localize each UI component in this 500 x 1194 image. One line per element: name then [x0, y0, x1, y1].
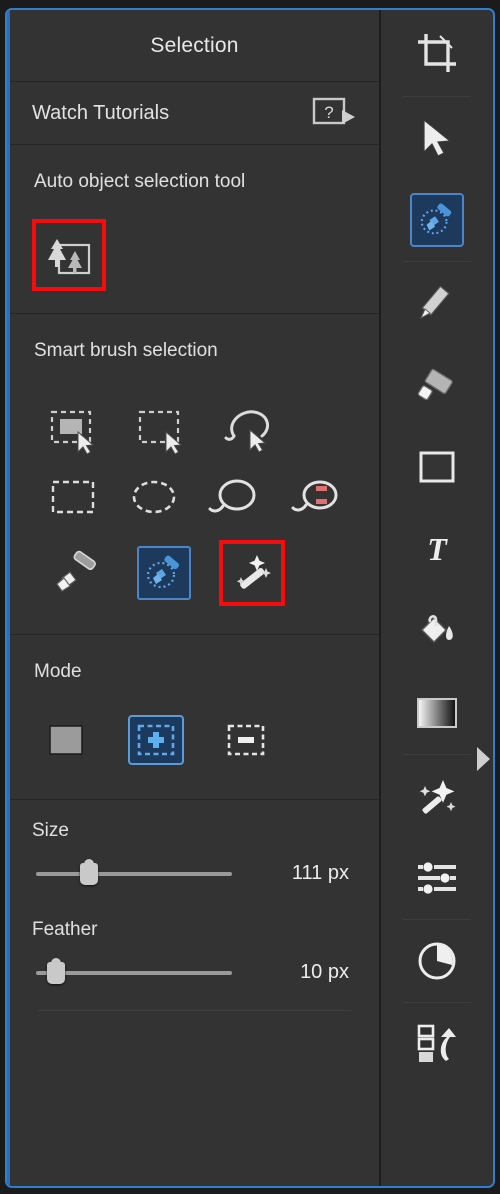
magnetic-lasso-icon: [291, 480, 338, 512]
eraser-tool-icon[interactable]: [381, 344, 493, 426]
elliptical-marquee-icon-cell[interactable]: [113, 476, 194, 518]
text-tool-icon[interactable]: T: [381, 508, 493, 590]
magic-wand-highlight-box: [219, 540, 285, 606]
subtract-from-selection-icon[interactable]: [218, 715, 274, 765]
help-video-icon[interactable]: ?: [312, 97, 357, 129]
magnetic-lasso-icon-cell[interactable]: [276, 476, 357, 518]
lasso-cursor-icon-cell[interactable]: [208, 406, 296, 456]
size-section: Size 111 px: [10, 800, 379, 891]
elliptical-marquee-icon: [132, 480, 176, 514]
auto-object-highlight-box: [32, 219, 106, 291]
paint-bucket-tool-icon[interactable]: [381, 590, 493, 672]
feather-value: 10 px: [300, 961, 349, 983]
new-selection-icon[interactable]: [38, 715, 94, 765]
auto-object-selection-icon[interactable]: [42, 228, 96, 282]
tool-options-dock: Selection Watch Tutorials ? Auto object …: [5, 8, 495, 1188]
watch-tutorials-label: Watch Tutorials: [32, 101, 170, 124]
crop-tool-icon[interactable]: [381, 10, 493, 96]
bottom-divider: [38, 1010, 351, 1011]
layers-arrange-tool-icon[interactable]: [381, 1003, 493, 1085]
add-to-selection-icon[interactable]: [128, 715, 184, 765]
rectangular-select-cursor-icon-cell[interactable]: [120, 406, 208, 456]
adjustments-tool-icon[interactable]: [381, 837, 493, 919]
size-label: Size: [32, 820, 69, 841]
auto-object-heading: Auto object selection tool: [34, 171, 246, 192]
mode-options: [32, 715, 357, 765]
tools-toolbar: T: [379, 10, 493, 1186]
watch-tutorials-row[interactable]: Watch Tutorials ?: [10, 82, 379, 145]
size-slider-row: 111 px: [32, 858, 357, 885]
feather-slider-row: 10 px: [32, 957, 357, 984]
selection-brush-icon-cell[interactable]: [32, 548, 120, 598]
feather-label: Feather: [32, 919, 98, 940]
magic-wand-icon: [236, 555, 271, 589]
panel-title: Selection: [10, 10, 379, 82]
smart-brush-heading: Smart brush selection: [34, 340, 218, 361]
panel-expand-arrow-icon[interactable]: [475, 745, 491, 773]
svg-text:T: T: [427, 531, 448, 567]
quick-selection-brush-icon[interactable]: [137, 546, 191, 600]
quick-selection-tool-icon[interactable]: [381, 179, 493, 261]
auto-object-section: Auto object selection tool: [10, 145, 379, 314]
lasso-icon: [208, 479, 256, 513]
size-slider-handle[interactable]: [79, 858, 98, 885]
gradient-tool-icon[interactable]: [381, 672, 493, 754]
selection-panel-screenshot: Selection Watch Tutorials ? Auto object …: [0, 0, 500, 1194]
svg-text:?: ?: [324, 103, 333, 122]
feather-section: Feather 10 px: [10, 891, 379, 1017]
quick-selection-brush-icon-cell[interactable]: [120, 546, 208, 600]
lasso-cursor-icon: [224, 410, 270, 453]
rectangular-select-cursor-icon: [138, 410, 183, 455]
rectangular-marquee-icon-cell[interactable]: [32, 476, 113, 518]
quick-selection-icon-cell[interactable]: [32, 406, 120, 456]
magic-wand-icon-cell[interactable]: [208, 540, 296, 606]
mode-section: Mode: [10, 635, 379, 800]
pencil-tool-icon[interactable]: [381, 262, 493, 344]
color-wheel-tool-icon[interactable]: [381, 920, 493, 1002]
selection-options-panel: Selection Watch Tutorials ? Auto object …: [7, 10, 379, 1186]
smart-brush-row-2: [32, 476, 357, 518]
selection-brush-icon: [56, 550, 96, 592]
size-slider[interactable]: [36, 858, 232, 885]
size-value: 111 px: [291, 862, 349, 884]
feather-slider-handle[interactable]: [46, 957, 65, 984]
smart-brush-row-3: [32, 540, 357, 606]
rectangular-marquee-icon: [51, 480, 94, 514]
feather-slider[interactable]: [36, 957, 232, 984]
mode-heading: Mode: [34, 661, 82, 682]
move-tool-icon[interactable]: [381, 97, 493, 179]
quick-selection-icon: [50, 410, 95, 455]
lasso-icon-cell[interactable]: [195, 476, 276, 518]
smart-brush-row-1: [32, 406, 357, 456]
shape-tool-icon[interactable]: [381, 426, 493, 508]
smart-brush-section: Smart brush selection: [10, 314, 379, 635]
